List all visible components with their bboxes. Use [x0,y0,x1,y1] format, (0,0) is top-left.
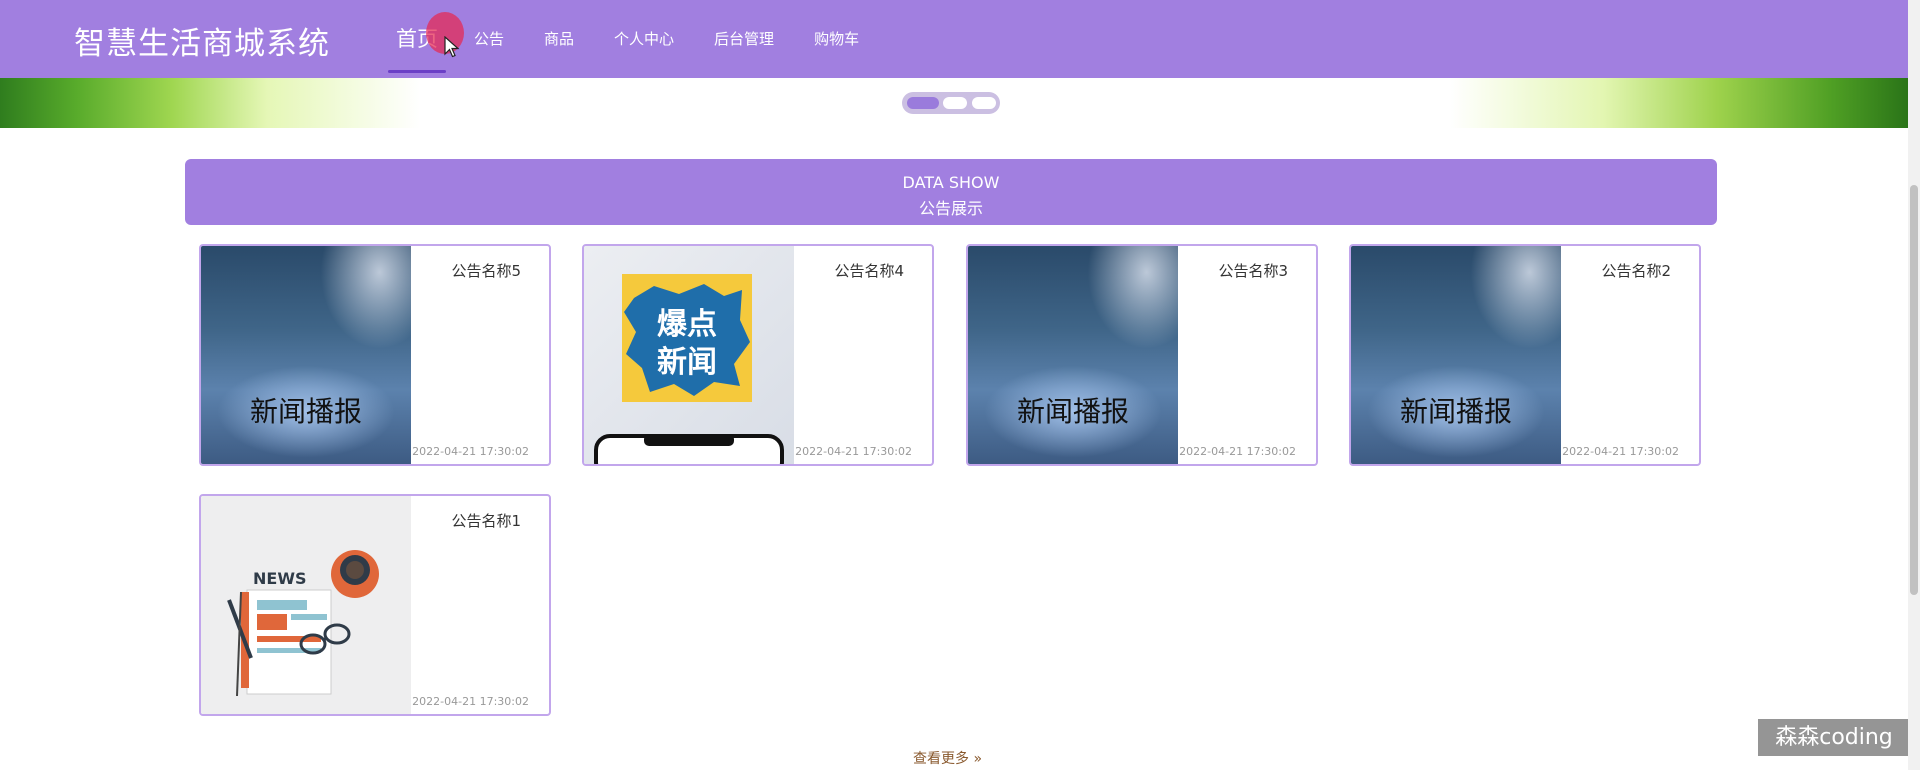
card-thumbnail: 新闻播报 [968,246,1178,464]
video-watermark: 森森coding [1758,719,1910,756]
illustration-text-1: 爆点 [657,307,717,342]
card-thumbnail: 爆点 新闻 [584,246,794,464]
site-title[interactable]: 智慧生活商城系统 [74,18,330,63]
card-thumbnail: 新闻播报 [1351,246,1561,464]
card-timestamp: 2022-04-21 17:30:02 [1179,445,1296,458]
card-timestamp: 2022-04-21 17:30:02 [412,695,529,708]
card-thumbnail: 新闻播报 [201,246,411,464]
announcement-card[interactable]: 新闻播报 公告名称5 2022-04-21 17:30:02 [199,244,551,466]
announcement-card[interactable]: NEWS 公告名称1 2022-04-21 17:30:02 [199,494,551,716]
card-title[interactable]: 公告名称1 [451,510,521,531]
carousel-dot-3[interactable] [971,97,996,109]
card-title[interactable]: 公告名称2 [1601,260,1671,281]
card-thumbnail: NEWS [201,496,411,714]
view-more-link[interactable]: 查看更多 » [913,748,982,768]
card-title[interactable]: 公告名称4 [834,260,904,281]
nav-item-admin[interactable]: 后台管理 [694,0,794,78]
thumbnail-caption: 新闻播报 [1016,395,1129,428]
nav-item-cart[interactable]: 购物车 [794,0,879,78]
card-timestamp: 2022-04-21 17:30:02 [795,445,912,458]
illustration-text-2: 新闻 [657,345,717,380]
section-title-en: DATA SHOW [902,173,1000,192]
card-title[interactable]: 公告名称3 [1218,260,1288,281]
scrollbar-thumb[interactable] [1910,185,1918,595]
page-scrollbar[interactable] [1908,0,1920,770]
mouse-cursor-icon [444,36,460,58]
announcement-card[interactable]: 新闻播报 公告名称3 2022-04-21 17:30:02 [966,244,1318,466]
thumbnail-caption: 新闻播报 [249,395,362,428]
card-title[interactable]: 公告名称5 [451,260,521,281]
carousel-dot-1[interactable] [906,97,939,109]
nav-item-products[interactable]: 商品 [524,0,594,78]
card-timestamp: 2022-04-21 17:30:02 [1562,445,1679,458]
newspaper-illustration: NEWS [227,550,379,697]
thumbnail-caption: 新闻播报 [1399,395,1512,428]
top-nav-bar: 智慧生活商城系统 首页 公告 商品 个人中心 后台管理 购物车 [0,0,1908,78]
carousel-indicators [902,92,1000,114]
nav-item-announcements[interactable]: 公告 [454,0,524,78]
illustration-news-label: NEWS [253,569,307,588]
section-title-cn: 公告展示 [918,199,983,218]
carousel-dot-2[interactable] [943,97,967,109]
nav-item-profile[interactable]: 个人中心 [594,0,694,78]
breaking-news-illustration: 爆点 新闻 [594,274,784,464]
announcement-card[interactable]: 爆点 新闻 公告名称4 2022-04-21 17:30:02 [582,244,934,466]
announcement-card[interactable]: 新闻播报 公告名称2 2022-04-21 17:30:02 [1349,244,1701,466]
card-timestamp: 2022-04-21 17:30:02 [412,445,529,458]
section-header: DATA SHOW 公告展示 [185,159,1717,225]
